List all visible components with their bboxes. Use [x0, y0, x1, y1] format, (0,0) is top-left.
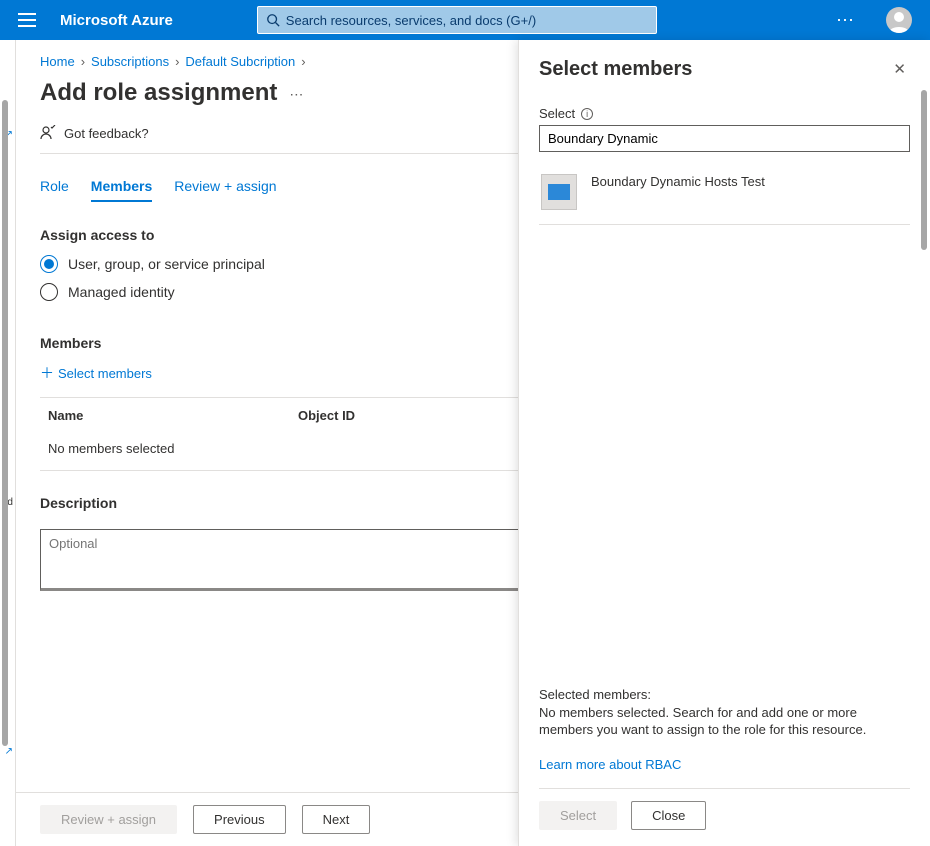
members-col-objectid: Object ID: [298, 408, 355, 423]
tab-review[interactable]: Review + assign: [174, 172, 276, 202]
panel-close-button[interactable]: Close: [631, 801, 706, 830]
members-col-name: Name: [48, 408, 298, 423]
radio-user-group-sp-label: User, group, or service principal: [68, 256, 265, 272]
selected-members-message: No members selected. Search for and add …: [539, 704, 910, 739]
directory-icon: [541, 174, 577, 210]
radio-managed-identity-label: Managed identity: [68, 284, 175, 300]
user-avatar[interactable]: [886, 7, 912, 33]
search-icon: [266, 13, 280, 27]
chevron-right-icon: ›: [81, 54, 85, 69]
global-search-input[interactable]: [286, 13, 648, 28]
panel-select-label: Select i: [539, 106, 910, 121]
panel-title: Select members: [539, 58, 692, 81]
tab-members[interactable]: Members: [91, 172, 152, 202]
member-search-input[interactable]: [539, 125, 910, 152]
search-result-label: Boundary Dynamic Hosts Test: [591, 174, 765, 189]
search-result-item[interactable]: Boundary Dynamic Hosts Test: [539, 168, 910, 225]
feedback-label: Got feedback?: [64, 126, 149, 141]
content-area: ↗ nd ↗ Home › Subscriptions › Default Su…: [0, 40, 930, 846]
learn-more-rbac-link[interactable]: Learn more about RBAC: [539, 757, 910, 772]
close-icon[interactable]: ✕: [889, 56, 910, 82]
select-members-panel: Select members ✕ Select i Boundary Dynam…: [518, 40, 930, 846]
plus-icon: ＋: [40, 363, 54, 383]
panel-footer: Select Close: [539, 788, 910, 830]
previous-button[interactable]: Previous: [193, 805, 286, 834]
selected-members-heading: Selected members:: [539, 687, 910, 702]
breadcrumb-home[interactable]: Home: [40, 54, 75, 69]
brand-label: Microsoft Azure: [60, 12, 173, 29]
select-members-link-label: Select members: [58, 366, 152, 381]
panel-scrollbar[interactable]: [921, 90, 927, 250]
radio-icon: [40, 255, 58, 273]
page-title: Add role assignment: [40, 79, 277, 107]
chevron-right-icon: ›: [175, 54, 179, 69]
hamburger-menu-icon[interactable]: [18, 13, 36, 27]
info-icon[interactable]: i: [581, 108, 593, 120]
header-more-icon[interactable]: ⋯: [836, 10, 856, 31]
page-title-more-icon[interactable]: ⋯: [289, 86, 304, 103]
global-search[interactable]: [257, 6, 657, 34]
breadcrumb-default-sub[interactable]: Default Subcription: [185, 54, 295, 69]
chevron-right-icon: ›: [301, 54, 305, 69]
sliver-link-icon-2[interactable]: ↗: [5, 746, 15, 757]
radio-icon: [40, 283, 58, 301]
feedback-icon: [40, 125, 56, 141]
panel-select-button[interactable]: Select: [539, 801, 617, 830]
left-scrollbar[interactable]: [2, 100, 8, 746]
review-assign-button[interactable]: Review + assign: [40, 805, 177, 834]
tab-role[interactable]: Role: [40, 172, 69, 202]
next-button[interactable]: Next: [302, 805, 371, 834]
azure-header: Microsoft Azure ⋯: [0, 0, 930, 40]
breadcrumb-subscriptions[interactable]: Subscriptions: [91, 54, 169, 69]
